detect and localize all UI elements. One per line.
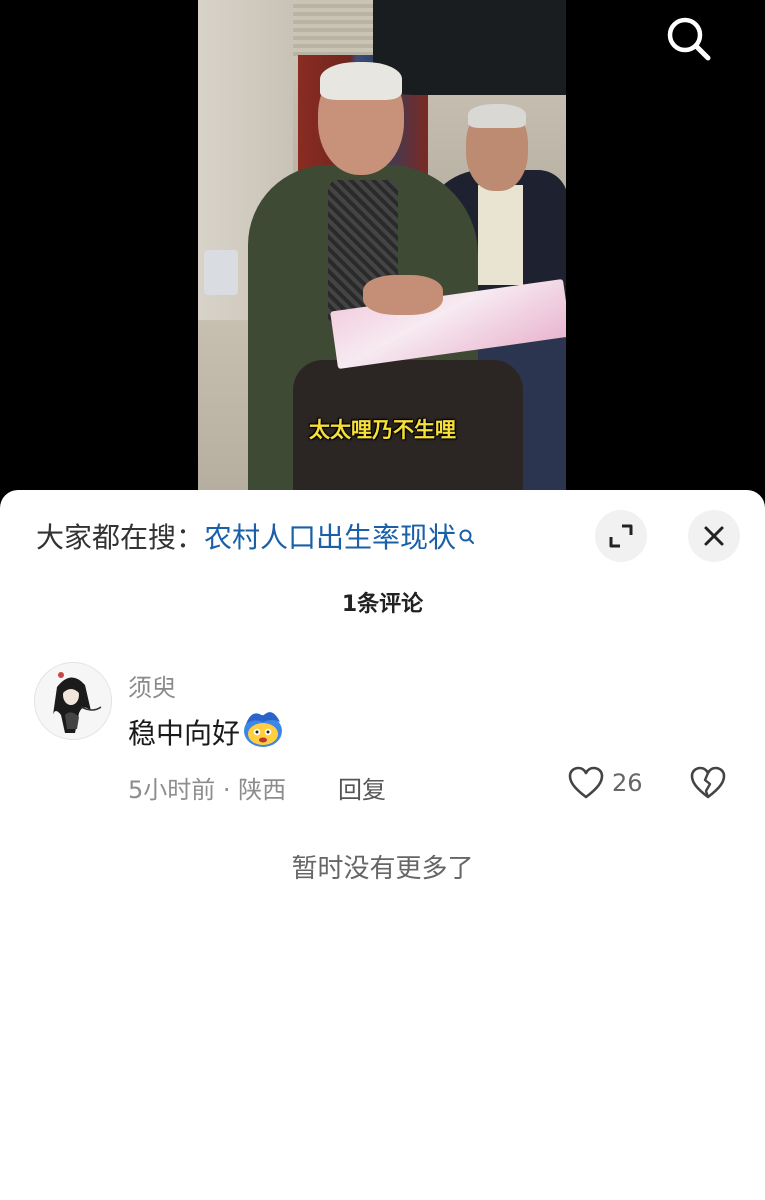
comment-sheet: 大家都在搜：农村人口出生率现状 1条评论 须臾 稳中向好 5小时前 · 陕西 回… xyxy=(0,490,765,1200)
expand-icon xyxy=(609,524,633,548)
search-icon[interactable] xyxy=(664,14,714,64)
comment-count-title: 1条评论 xyxy=(341,592,424,617)
comment-username[interactable]: 须臾 xyxy=(128,668,176,703)
comment-item[interactable]: 须臾 稳中向好 5小时前 · 陕西 回复 26 xyxy=(0,662,765,812)
video-scene-bucket xyxy=(204,250,238,295)
comment-body: 稳中向好 xyxy=(128,710,284,755)
second-man-shirt xyxy=(478,185,523,285)
video-subtitle: 太太哩乃不生哩 xyxy=(309,418,456,442)
avatar-illustration xyxy=(35,663,111,739)
speaking-man-hair xyxy=(320,62,402,100)
like-count: 26 xyxy=(612,769,643,797)
expand-button[interactable] xyxy=(595,510,647,562)
close-button[interactable] xyxy=(688,510,740,562)
trending-query-link[interactable]: 农村人口出生率现状 xyxy=(204,521,456,554)
trending-search-bar[interactable]: 大家都在搜：农村人口出生率现状 xyxy=(36,516,476,556)
video-player[interactable]: 太太哩乃不生哩 xyxy=(0,0,765,500)
comment-text: 稳中向好 xyxy=(128,717,241,750)
comment-meta: 5小时前 · 陕西 xyxy=(128,776,287,804)
close-icon xyxy=(704,526,724,546)
dislike-button[interactable] xyxy=(690,766,726,804)
avatar[interactable] xyxy=(34,662,112,740)
second-man-hair xyxy=(468,104,526,128)
reply-button[interactable]: 回复 xyxy=(338,770,386,805)
heart-icon xyxy=(568,766,604,799)
like-button[interactable]: 26 xyxy=(568,766,643,800)
flustered-face-emoji xyxy=(242,710,284,755)
speaking-man-hand xyxy=(363,275,443,315)
search-button[interactable] xyxy=(664,14,714,64)
search-small-icon xyxy=(458,520,476,553)
broken-heart-icon xyxy=(690,766,726,799)
end-of-list-label: 暂时没有更多了 xyxy=(291,854,474,884)
app-root: 太太哩乃不生哩 大家都在搜：农村人口出生率现状 1条评论 须臾 稳中向好 5小时… xyxy=(0,0,765,1200)
trending-prefix: 大家都在搜： xyxy=(36,521,205,554)
